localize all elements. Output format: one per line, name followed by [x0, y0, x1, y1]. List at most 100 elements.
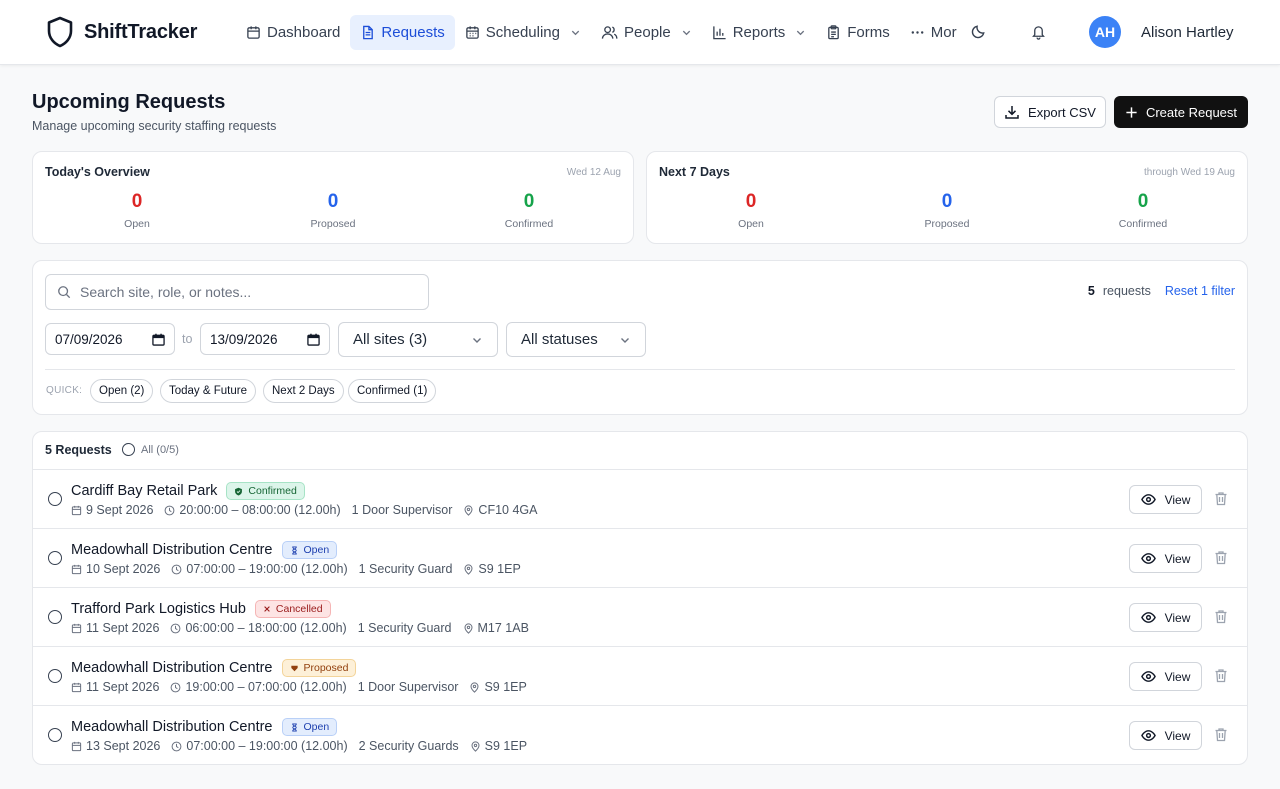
- request-row[interactable]: Meadowhall Distribution Centre Proposed …: [33, 647, 1247, 706]
- site-name[interactable]: Meadowhall Distribution Centre: [71, 719, 273, 735]
- stat-label: Confirmed: [504, 218, 554, 230]
- delete-button[interactable]: [1214, 727, 1228, 742]
- staffing-role: 1 Door Supervisor: [357, 680, 459, 694]
- status-select[interactable]: All statuses: [506, 322, 646, 357]
- select-all-toggle[interactable]: All (0/5): [122, 443, 179, 456]
- bell-icon: [1031, 24, 1046, 40]
- site-name[interactable]: Meadowhall Distribution Centre: [71, 542, 273, 558]
- divider: [45, 369, 1235, 370]
- request-row[interactable]: Meadowhall Distribution Centre Open 13 S…: [33, 706, 1247, 764]
- app-name: ShiftTracker: [84, 20, 198, 43]
- nav-forms[interactable]: Forms: [816, 15, 900, 50]
- date-from-input[interactable]: 07/09/2026: [45, 323, 175, 355]
- quick-chip-next-2-days[interactable]: Next 2 Days: [263, 379, 344, 403]
- quick-chip-confirmed[interactable]: Confirmed (1): [348, 379, 437, 403]
- nav-dashboard[interactable]: Dashboard: [236, 15, 350, 50]
- view-button[interactable]: View: [1129, 485, 1202, 514]
- clock-icon: [170, 623, 181, 634]
- row-title: Cardiff Bay Retail Park Confirmed: [71, 482, 305, 500]
- site-name[interactable]: Meadowhall Distribution Centre: [71, 660, 273, 676]
- stat-proposed: 0 Proposed: [273, 190, 393, 230]
- date-to-input[interactable]: 13/09/2026: [200, 323, 330, 355]
- user-name[interactable]: Alison Hartley: [1141, 24, 1234, 41]
- stat-label: Proposed: [924, 218, 970, 230]
- status-badge: Open: [281, 541, 338, 559]
- stat-label: Open: [738, 218, 764, 230]
- shield-logo-icon: [46, 16, 74, 48]
- nav-requests[interactable]: Requests: [350, 14, 455, 50]
- stat-label: Proposed: [310, 218, 356, 230]
- result-count: 5 requests Reset 1 filter: [1088, 284, 1235, 298]
- shift-date-value: 9 Sept 2026: [86, 503, 154, 517]
- theme-toggle-button[interactable]: [970, 23, 987, 40]
- create-request-button[interactable]: Create Request: [1114, 96, 1248, 128]
- nav-reports[interactable]: Reports: [702, 15, 817, 50]
- request-row[interactable]: Trafford Park Logistics Hub Cancelled 11…: [33, 588, 1247, 647]
- chevron-down-icon: [681, 27, 692, 38]
- postcode-value: M17 1AB: [477, 621, 529, 635]
- list-title: 5 Requests: [45, 443, 112, 457]
- row-select-radio[interactable]: [48, 728, 62, 742]
- quick-chip-today-future[interactable]: Today & Future: [160, 379, 256, 403]
- site-name[interactable]: Trafford Park Logistics Hub: [71, 601, 246, 617]
- view-button[interactable]: View: [1129, 544, 1202, 573]
- calendar-icon: [71, 682, 82, 693]
- map-pin-icon: [469, 681, 480, 693]
- moon-icon: [970, 23, 987, 40]
- nav-reports-label: Reports: [732, 23, 786, 41]
- row-title: Trafford Park Logistics Hub Cancelled: [71, 600, 331, 618]
- delete-button[interactable]: [1214, 550, 1228, 565]
- avatar[interactable]: AH: [1089, 16, 1121, 48]
- card-date: through Wed 19 Aug: [1144, 167, 1235, 178]
- chevron-down-icon: [471, 334, 483, 346]
- nav-more-label: Mor: [930, 23, 957, 41]
- view-button[interactable]: View: [1129, 662, 1202, 691]
- status-badge-label: Open: [303, 721, 330, 733]
- shift-time-value: 20:00:00 – 08:00:00 (12.00h): [179, 503, 341, 517]
- site-postcode: S9 1EP: [470, 739, 527, 753]
- view-button[interactable]: View: [1129, 603, 1202, 632]
- card-title: Next 7 Days: [659, 165, 730, 179]
- shift-time: 07:00:00 – 19:00:00 (12.00h): [171, 739, 348, 753]
- row-select-radio[interactable]: [48, 551, 62, 565]
- request-row[interactable]: Cardiff Bay Retail Park Confirmed 9 Sept…: [33, 470, 1247, 529]
- sites-select[interactable]: All sites (3): [338, 322, 498, 357]
- select-all-label: All (0/5): [141, 443, 179, 456]
- row-select-radio[interactable]: [48, 610, 62, 624]
- nav-people[interactable]: People: [591, 15, 702, 50]
- sites-select-value: All sites (3): [353, 331, 428, 348]
- nav-people-label: People: [624, 23, 671, 41]
- chevron-down-icon: [619, 334, 631, 346]
- notifications-button[interactable]: [1031, 24, 1046, 40]
- view-button[interactable]: View: [1129, 721, 1202, 750]
- nav-forms-label: Forms: [847, 23, 890, 41]
- request-row[interactable]: Meadowhall Distribution Centre Open 10 S…: [33, 529, 1247, 588]
- requests-list: 5 Requests All (0/5) Cardiff Bay Retail …: [32, 431, 1248, 765]
- shift-date-value: 10 Sept 2026: [86, 562, 161, 576]
- calendar-icon: [71, 623, 82, 634]
- row-select-radio[interactable]: [48, 492, 62, 506]
- delete-button[interactable]: [1214, 609, 1228, 624]
- row-meta: 10 Sept 2026 07:00:00 – 19:00:00 (12.00h…: [71, 562, 532, 576]
- row-meta: 11 Sept 2026 19:00:00 – 07:00:00 (12.00h…: [71, 680, 538, 694]
- search-input[interactable]: Search site, role, or notes...: [45, 274, 429, 310]
- brand[interactable]: ShiftTracker: [46, 16, 197, 48]
- row-title: Meadowhall Distribution Centre Open: [71, 718, 338, 736]
- clock-icon: [171, 741, 182, 752]
- export-csv-button[interactable]: Export CSV: [994, 96, 1106, 128]
- site-postcode: S9 1EP: [463, 562, 521, 576]
- nav-scheduling[interactable]: Scheduling: [455, 15, 591, 50]
- main-nav: Dashboard Requests Scheduling People Rep…: [236, 14, 967, 50]
- quick-chip-open[interactable]: Open (2): [90, 379, 154, 403]
- todays-overview-card: Today's Overview Wed 12 Aug 0 Open 0 Pro…: [32, 151, 634, 244]
- clipboard-icon: [826, 24, 841, 40]
- site-name[interactable]: Cardiff Bay Retail Park: [71, 483, 217, 499]
- reset-filter-link[interactable]: Reset 1 filter: [1165, 284, 1235, 298]
- list-header: 5 Requests All (0/5): [33, 432, 1247, 470]
- status-select-value: All statuses: [521, 331, 598, 348]
- delete-button[interactable]: [1214, 491, 1228, 506]
- delete-button[interactable]: [1214, 668, 1228, 683]
- nav-more[interactable]: Mor: [900, 15, 967, 50]
- select-all-radio[interactable]: [122, 443, 135, 456]
- row-select-radio[interactable]: [48, 669, 62, 683]
